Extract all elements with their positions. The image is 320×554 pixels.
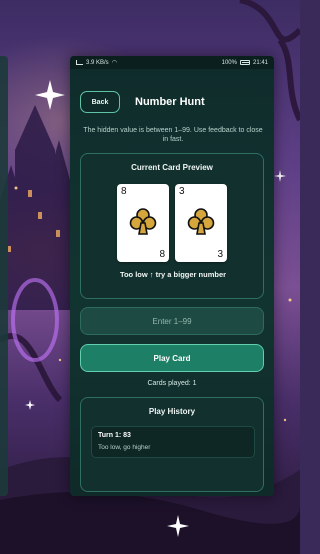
playing-card: 8 8 [117,184,169,262]
clock: 21:41 [252,59,268,66]
cards-played-counter: Cards played: 1 [147,380,197,387]
history-message: Too low, go higher [98,444,151,451]
back-button[interactable]: Back [80,91,120,113]
preview-title: Current Card Preview [131,163,213,172]
card-rank: 3 [179,186,185,197]
status-bar: 3.9 KB/s ◠ 100% 21:41 [70,56,274,69]
game-screen: 3.9 KB/s ◠ 100% 21:41 Back Number Hunt T… [70,56,274,496]
clubs-icon [129,208,157,235]
card-rank-bottom: 8 [159,249,165,260]
history-turn: Turn 1: 83 [98,432,131,439]
card-preview-panel: Current Card Preview 8 8 3 3 Too low ↑ t… [80,153,264,299]
network-speed: 3.9 KB/s [86,59,109,66]
card-rank-bottom: 3 [217,249,223,260]
signal-icon [76,60,83,65]
history-item: Turn 1: 83 Too low, go higher [91,426,255,458]
playing-card: 3 3 [175,184,227,262]
feedback-text: Too low ↑ try a bigger number [119,270,227,279]
guess-input[interactable] [80,307,264,335]
header: Back Number Hunt [70,69,274,113]
previous-screen-edge [0,56,8,496]
battery-percent: 100% [221,59,237,66]
page-title: Number Hunt [135,96,205,108]
play-history-panel: Play History Turn 1: 83 Too low, go high… [80,397,264,492]
hint-text: The hidden value is between 1–99. Use fe… [83,127,263,143]
clubs-icon [187,208,215,235]
battery-icon [239,60,250,65]
wifi-icon: ◠ [111,60,117,66]
history-title: Play History [148,407,196,416]
play-card-button[interactable]: Play Card [80,344,264,372]
card-rank: 8 [121,186,127,197]
